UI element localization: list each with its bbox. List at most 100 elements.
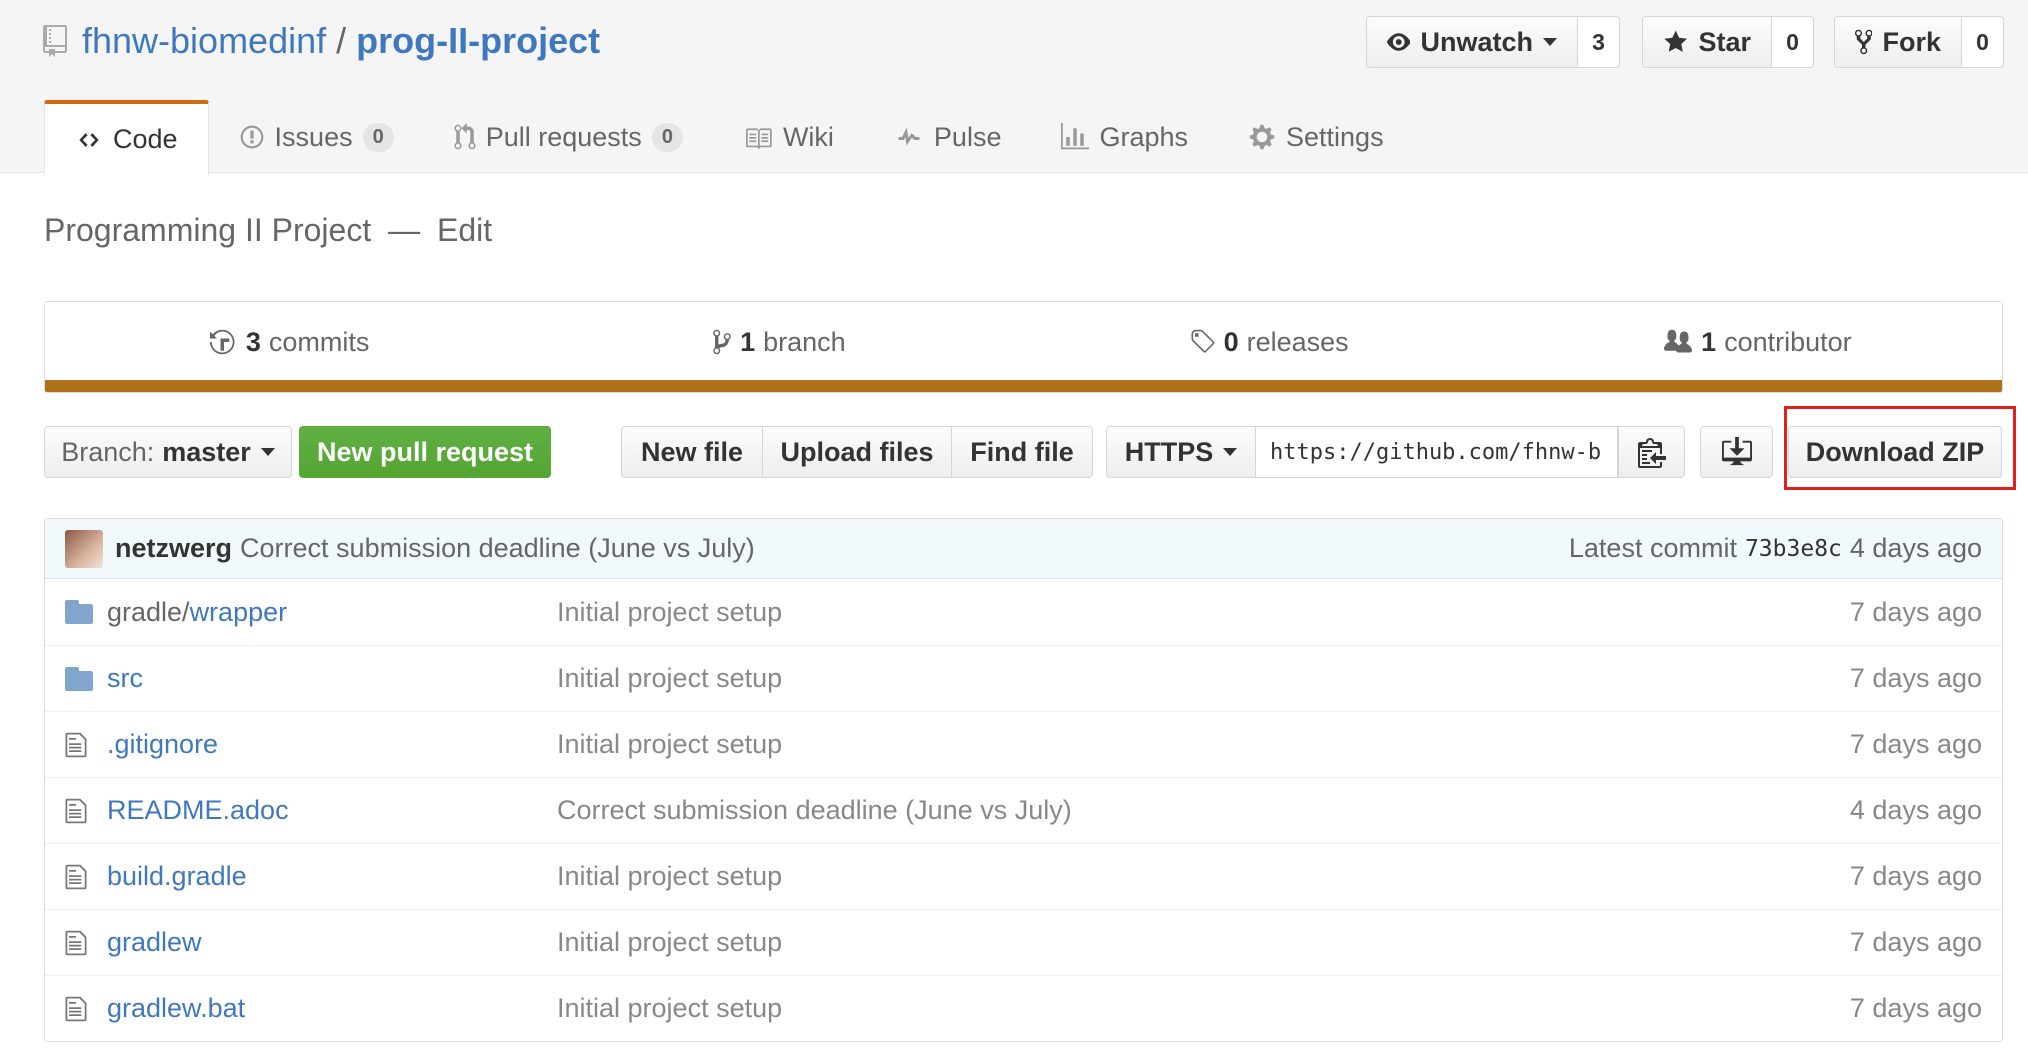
file-commit-message[interactable]: Initial project setup [557,927,1850,958]
table-row: .gitignore Initial project setup 7 days … [45,711,2002,777]
organization-icon [1664,329,1693,353]
table-row: gradle/wrapper Initial project setup 7 d… [45,579,2002,645]
tab-pulse[interactable]: Pulse [864,100,1032,174]
tab-issues[interactable]: Issues 0 [209,100,424,174]
open-in-desktop-button[interactable] [1700,426,1773,478]
table-row: gradlew.bat Initial project setup 7 days… [45,975,2002,1041]
repo-owner-link[interactable]: fhnw-biomedinf [82,20,326,62]
clone-url-input[interactable]: https://github.com/fhnw-b [1256,426,1618,478]
gear-icon [1249,124,1275,150]
star-label: Star [1698,26,1751,57]
eye-icon [1387,33,1411,51]
tab-wiki[interactable]: Wiki [713,100,864,174]
branch-icon [713,329,731,355]
commits-link[interactable]: 3 commits [45,302,534,382]
new-file-button[interactable]: New file [621,426,763,478]
folder-icon [65,666,107,691]
tab-graphs[interactable]: Graphs [1031,100,1218,174]
commit-age: 4 days ago [1849,533,1982,563]
unwatch-button[interactable]: Unwatch [1366,16,1578,68]
releases-count: 0 [1223,326,1239,357]
file-list: netzwerg Correct submission deadline (Ju… [44,518,2003,1042]
branch-name: master [162,436,251,467]
file-age: 4 days ago [1849,795,1982,825]
file-text-icon [65,797,107,825]
repo-header: fhnw-biomedinf / prog-II-project Unwatch… [0,0,2028,175]
file-commit-message[interactable]: Correct submission deadline (June vs Jul… [557,795,1850,826]
file-name[interactable]: build.gradle [107,861,557,892]
history-icon [209,329,235,355]
table-row: src Initial project setup 7 days ago [45,645,2002,711]
pull-requests-counter: 0 [651,122,683,152]
watchers-count[interactable]: 3 [1578,16,1620,68]
commit-meta: Latest commit 73b3e8c 4 days ago [1569,533,1982,564]
tab-graphs-label: Graphs [1099,121,1189,152]
file-name[interactable]: src [107,663,557,694]
tab-pull-requests[interactable]: Pull requests 0 [424,100,713,174]
unwatch-label: Unwatch [1420,26,1533,57]
code-icon [79,132,99,147]
file-text-icon [65,995,107,1023]
file-commit-message[interactable]: Initial project setup [557,729,1850,760]
forks-count[interactable]: 0 [1962,16,2004,68]
branch-select-button[interactable]: Branch: master [44,426,292,478]
tab-settings-label: Settings [1286,121,1384,152]
branches-label: branch [763,326,846,357]
file-text-icon [65,929,107,957]
latest-commit-bar: netzwerg Correct submission deadline (Ju… [45,519,2002,579]
upload-files-button[interactable]: Upload files [763,426,952,478]
commit-author[interactable]: netzwerg [115,533,232,564]
commit-message[interactable]: Correct submission deadline (June vs Jul… [240,533,755,564]
file-name[interactable]: README.adoc [107,795,557,826]
tab-code[interactable]: Code [44,100,209,175]
file-age: 7 days ago [1849,729,1982,759]
file-age: 7 days ago [1849,596,1982,627]
dir-prefix[interactable]: gradle/ [107,597,190,627]
commits-label: commits [268,326,370,357]
clone-protocol-select[interactable]: HTTPS [1106,426,1256,478]
file-commit-message[interactable]: Initial project setup [557,663,1850,694]
clippy-icon [1637,438,1666,468]
issues-counter: 0 [362,122,394,152]
file-commit-message[interactable]: Initial project setup [557,861,1850,892]
tab-settings[interactable]: Settings [1218,100,1414,174]
file-name[interactable]: gradlew [107,927,557,958]
new-pull-request-button[interactable]: New pull request [299,426,551,478]
contributors-label: contributor [1724,326,1852,357]
releases-link[interactable]: 0 releases [1024,302,1513,382]
repo-name-link[interactable]: prog-II-project [356,20,600,62]
branches-link[interactable]: 1 branch [534,302,1023,382]
avatar[interactable] [65,529,103,568]
file-age: 7 days ago [1849,663,1982,693]
github-repo-page: fhnw-biomedinf / prog-II-project Unwatch… [0,0,2028,1058]
book-icon [745,128,772,149]
table-row: README.adoc Correct submission deadline … [45,777,2002,843]
commit-sha[interactable]: 73b3e8c [1745,536,1842,562]
contributors-count: 1 [1701,326,1717,357]
summary-numbers: 3 commits 1 branch 0 releases 1 contribu… [45,302,2002,382]
fork-button[interactable]: Fork [1834,16,1962,68]
star-group: Star 0 [1642,16,1814,68]
tab-code-label: Code [113,124,178,154]
language-bar[interactable] [45,380,2002,392]
file-name-text[interactable]: wrapper [190,597,288,627]
fork-group: Fork 0 [1834,16,2004,68]
find-file-button[interactable]: Find file [952,426,1093,478]
file-text-icon [65,731,107,759]
file-name[interactable]: gradlew.bat [107,993,557,1024]
file-name[interactable]: gradle/wrapper [107,597,557,628]
edit-description-link[interactable]: Edit [437,212,492,248]
stargazers-count[interactable]: 0 [1772,16,1814,68]
contributors-link[interactable]: 1 contributor [1513,302,2002,382]
file-text-icon [65,863,107,891]
folder-icon [65,600,107,624]
tab-issues-label: Issues [274,121,353,152]
pull-request-icon [454,123,476,150]
file-name[interactable]: .gitignore [107,729,557,760]
branches-count: 1 [740,326,756,357]
copy-clone-url-button[interactable] [1618,426,1685,478]
file-commit-message[interactable]: Initial project setup [557,597,1850,628]
file-commit-message[interactable]: Initial project setup [557,993,1850,1024]
star-button[interactable]: Star [1642,16,1772,68]
file-age: 7 days ago [1849,993,1982,1023]
